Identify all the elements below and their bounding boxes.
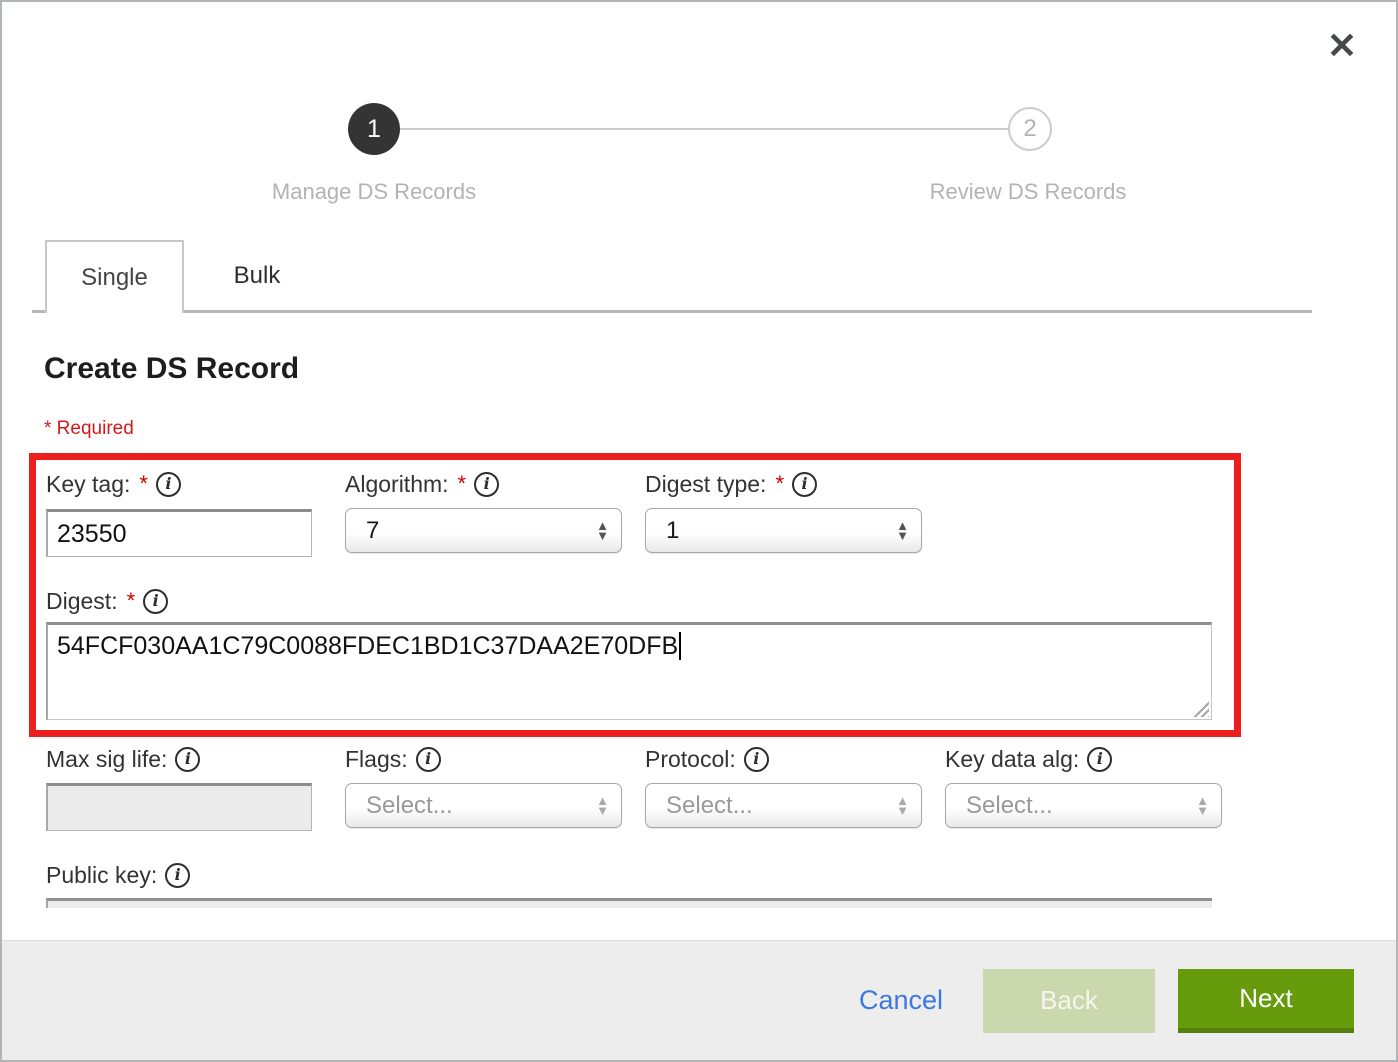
- info-icon-glyph: i: [1097, 751, 1103, 767]
- info-icon[interactable]: i: [416, 747, 441, 772]
- protocol-placeholder: Select...: [666, 792, 753, 820]
- public-key-label: Public key: i: [46, 860, 190, 890]
- step-2-circle: 2: [1008, 107, 1052, 151]
- required-asterisk: *: [139, 471, 148, 497]
- protocol-label-text: Protocol:: [645, 746, 736, 773]
- digest-value: 54FCF030AA1C79C0088FDEC1BD1C37DAA2E70DFB: [57, 632, 678, 660]
- algorithm-label: Algorithm: * i: [345, 469, 499, 499]
- info-icon[interactable]: i: [175, 747, 200, 772]
- info-icon[interactable]: i: [744, 747, 769, 772]
- info-icon-glyph: i: [801, 476, 807, 492]
- tab-single[interactable]: Single: [45, 240, 184, 313]
- select-arrows-icon: ▲▼: [896, 784, 909, 827]
- algorithm-select[interactable]: 7 ▲▼: [345, 508, 622, 553]
- key-tag-value: 23550: [57, 520, 127, 549]
- cancel-button[interactable]: Cancel: [859, 985, 943, 1016]
- algorithm-value: 7: [366, 517, 379, 545]
- info-icon[interactable]: i: [165, 863, 190, 888]
- algorithm-label-text: Algorithm:: [345, 471, 449, 498]
- info-icon[interactable]: i: [474, 472, 499, 497]
- digest-label: Digest: * i: [46, 586, 168, 616]
- select-arrows-icon: ▲▼: [596, 784, 609, 827]
- info-icon-glyph: i: [175, 867, 181, 883]
- digest-type-select[interactable]: 1 ▲▼: [645, 508, 922, 553]
- step-2-label: Review DS Records: [868, 179, 1188, 205]
- digest-label-text: Digest:: [46, 588, 118, 615]
- step-1-circle: 1: [348, 103, 400, 155]
- flags-label-text: Flags:: [345, 746, 408, 773]
- info-icon-glyph: i: [753, 751, 759, 767]
- key-tag-label: Key tag: * i: [46, 469, 181, 499]
- create-ds-record-modal: ✕ 1 2 Manage DS Records Review DS Record…: [0, 0, 1398, 1062]
- info-icon-glyph: i: [165, 476, 171, 492]
- step-1-label: Manage DS Records: [214, 179, 534, 205]
- public-key-textarea[interactable]: [46, 898, 1212, 908]
- protocol-label: Protocol: i: [645, 744, 769, 774]
- digest-type-label-text: Digest type:: [645, 471, 766, 498]
- arrow-down-icon: ▼: [596, 806, 609, 816]
- digest-textarea[interactable]: 54FCF030AA1C79C0088FDEC1BD1C37DAA2E70DFB: [46, 622, 1212, 720]
- tab-underline: [32, 310, 1312, 313]
- page-title: Create DS Record: [44, 352, 299, 386]
- select-arrows-icon: ▲▼: [896, 509, 909, 552]
- info-icon-glyph: i: [425, 751, 431, 767]
- text-caret: [679, 632, 681, 660]
- required-asterisk: *: [127, 588, 136, 614]
- arrow-down-icon: ▼: [896, 531, 909, 541]
- stepper-connector-line: [400, 128, 1008, 130]
- next-button[interactable]: Next: [1178, 969, 1354, 1033]
- public-key-label-text: Public key:: [46, 862, 157, 889]
- tab-bulk[interactable]: Bulk: [184, 242, 330, 310]
- flags-placeholder: Select...: [366, 792, 453, 820]
- key-data-alg-label: Key data alg: i: [945, 744, 1112, 774]
- key-data-alg-label-text: Key data alg:: [945, 746, 1079, 773]
- max-sig-life-input[interactable]: [46, 783, 312, 831]
- select-arrows-icon: ▲▼: [1196, 784, 1209, 827]
- flags-select[interactable]: Select... ▲▼: [345, 783, 622, 828]
- close-icon[interactable]: ✕: [1320, 24, 1364, 68]
- key-tag-label-text: Key tag:: [46, 471, 130, 498]
- back-button[interactable]: Back: [983, 969, 1155, 1033]
- info-icon-glyph: i: [153, 593, 159, 609]
- flags-label: Flags: i: [345, 744, 441, 774]
- select-arrows-icon: ▲▼: [596, 509, 609, 552]
- arrow-down-icon: ▼: [896, 806, 909, 816]
- key-tag-input[interactable]: 23550: [46, 509, 312, 557]
- key-data-alg-placeholder: Select...: [966, 792, 1053, 820]
- info-icon-glyph: i: [484, 476, 490, 492]
- arrow-down-icon: ▼: [596, 531, 609, 541]
- info-icon[interactable]: i: [156, 472, 181, 497]
- arrow-down-icon: ▼: [1196, 806, 1209, 816]
- key-data-alg-select[interactable]: Select... ▲▼: [945, 783, 1222, 828]
- digest-type-label: Digest type: * i: [645, 469, 817, 499]
- required-asterisk: *: [458, 471, 467, 497]
- max-sig-life-label-text: Max sig life:: [46, 746, 167, 773]
- digest-type-value: 1: [666, 517, 679, 545]
- protocol-select[interactable]: Select... ▲▼: [645, 783, 922, 828]
- required-note: * Required: [44, 418, 134, 440]
- info-icon[interactable]: i: [792, 472, 817, 497]
- info-icon[interactable]: i: [1087, 747, 1112, 772]
- resize-grip-icon[interactable]: [1192, 700, 1209, 717]
- info-icon-glyph: i: [185, 751, 191, 767]
- modal-footer: Cancel Back Next: [2, 940, 1396, 1060]
- info-icon[interactable]: i: [143, 589, 168, 614]
- max-sig-life-label: Max sig life: i: [46, 744, 200, 774]
- required-asterisk: *: [775, 471, 784, 497]
